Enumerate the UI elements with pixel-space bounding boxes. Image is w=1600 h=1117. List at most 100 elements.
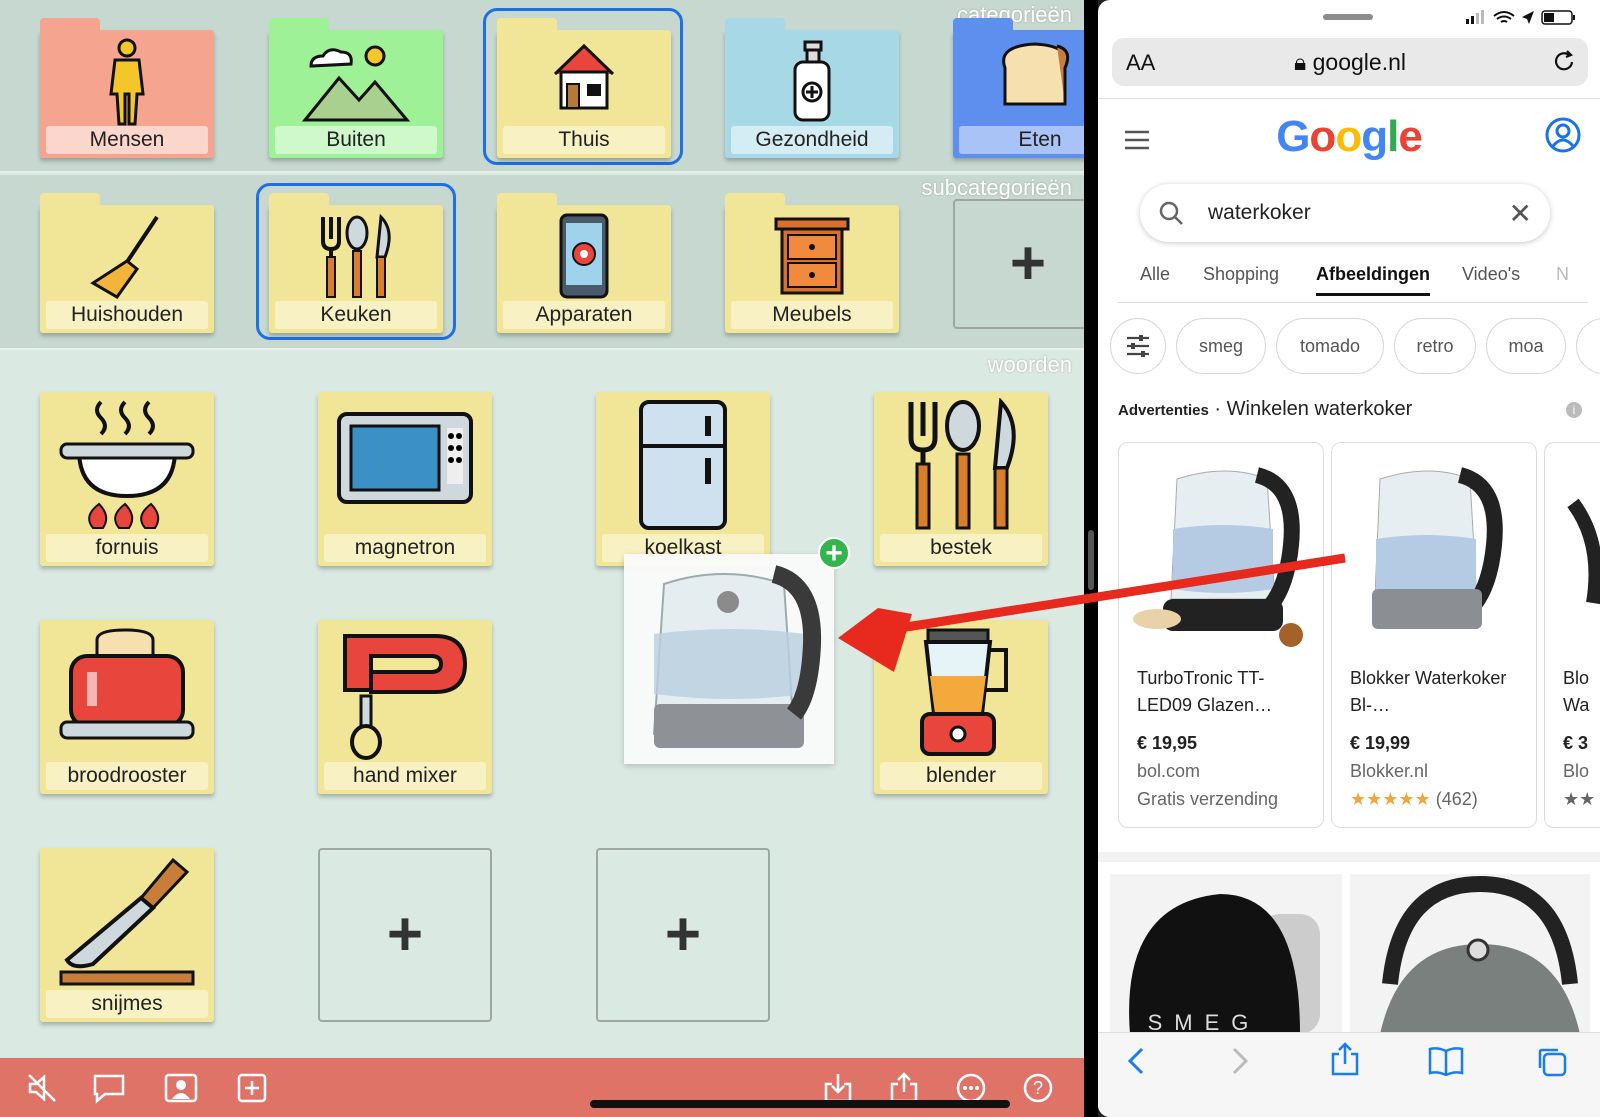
- safari-window: AA 🔒︎ google.nl Google waterkoker ✕ Alle…: [1098, 0, 1600, 1117]
- product-price: € 19,95: [1137, 733, 1198, 753]
- ads-heading: Advertenties · Winkelen waterkoker: [1118, 398, 1413, 420]
- url-text: 🔒︎ google.nl: [1294, 49, 1406, 75]
- kettle-icon: [652, 565, 822, 748]
- subcategory-label: Apparaten: [503, 301, 665, 329]
- word-label: snijmes: [46, 990, 208, 1018]
- word-label: hand mixer: [324, 762, 486, 790]
- tab-alle[interactable]: Alle: [1140, 264, 1170, 285]
- screen: categorieën Mensen Buiten Thuis Gezondhe…: [0, 0, 1600, 1117]
- chip-more[interactable]: [1576, 318, 1600, 374]
- tab-more[interactable]: N: [1556, 264, 1569, 285]
- category-label: Eten: [959, 126, 1084, 154]
- add-subcategory-button[interactable]: +: [953, 199, 1084, 329]
- product-title: Blo Wa: [1563, 668, 1590, 715]
- product-image: [1372, 467, 1503, 629]
- word-hand-mixer[interactable]: hand mixer: [318, 620, 492, 794]
- word-fornuis[interactable]: fornuis: [40, 392, 214, 566]
- word-blender[interactable]: blender: [874, 620, 1048, 794]
- product-image: [1133, 467, 1303, 647]
- tabs-icon[interactable]: [1536, 1046, 1568, 1083]
- tab-shopping[interactable]: Shopping: [1203, 264, 1279, 285]
- section-label-subcategories: subcategorieën: [921, 175, 1072, 200]
- chip-tomado[interactable]: tomado: [1276, 318, 1384, 374]
- subcategory-label: Huishouden: [46, 301, 208, 329]
- product-title: TurboTronic TT-LED09 Glazen…: [1137, 668, 1273, 715]
- word-label: bestek: [880, 534, 1042, 562]
- search-query[interactable]: waterkoker: [1208, 201, 1311, 225]
- filter-sliders-icon: [1127, 335, 1149, 357]
- product-shop: bol.com: [1137, 761, 1201, 781]
- search-box[interactable]: waterkoker ✕: [1140, 184, 1550, 242]
- account-icon[interactable]: [1544, 116, 1582, 159]
- smeg-kettle-image: SMEG: [1129, 894, 1320, 1034]
- status-bar: [1098, 0, 1600, 34]
- subcategory-keuken[interactable]: Keuken: [269, 193, 443, 333]
- word-snijmes[interactable]: snijmes: [40, 848, 214, 1022]
- clear-search-icon[interactable]: ✕: [1509, 197, 1532, 230]
- bottom-toolbar: ?: [0, 1058, 1084, 1117]
- product-shipping: Gratis verzending: [1137, 789, 1279, 809]
- split-view-handle[interactable]: [1088, 530, 1094, 590]
- dragged-kettle-image[interactable]: [624, 554, 834, 764]
- product-shop: Blokker.nl: [1350, 761, 1429, 781]
- chip-moa[interactable]: moa: [1486, 318, 1566, 374]
- product-card[interactable]: Blo Wa € 3 Blo ★★: [1544, 442, 1600, 828]
- filter-chip[interactable]: [1110, 318, 1166, 374]
- info-icon[interactable]: i: [1566, 402, 1582, 418]
- subcategory-label: Meubels: [731, 301, 893, 329]
- subcategories-row: subcategorieën Huishouden Keuken Apparat…: [0, 175, 1084, 350]
- product-title: Blokker Waterkoker Bl-…: [1350, 668, 1507, 715]
- word-koelkast[interactable]: koelkast: [596, 392, 770, 566]
- google-logo: Google: [1276, 112, 1423, 161]
- chip-retro[interactable]: retro: [1394, 318, 1476, 374]
- subcategory-huishouden[interactable]: Huishouden: [40, 193, 214, 333]
- category-mensen[interactable]: Mensen: [40, 18, 214, 158]
- category-gezondheid[interactable]: Gezondheid: [725, 18, 899, 158]
- product-shop: Blo: [1563, 761, 1590, 781]
- product-price: € 19,99: [1350, 733, 1411, 753]
- image-result[interactable]: [1350, 874, 1590, 1034]
- speech-bubble-icon[interactable]: [92, 1072, 125, 1104]
- status-icons: [1466, 10, 1575, 25]
- categories-row: categorieën Mensen Buiten Thuis Gezondhe…: [0, 0, 1084, 173]
- category-thuis[interactable]: Thuis: [497, 18, 671, 158]
- section-label-words: woorden: [987, 352, 1072, 377]
- product-card[interactable]: TurboTronic TT-LED09 Glazen… € 19,95 bol…: [1118, 442, 1324, 828]
- plus-icon: +: [1009, 229, 1047, 298]
- word-broodrooster[interactable]: broodrooster: [40, 620, 214, 794]
- back-icon[interactable]: [1126, 1046, 1146, 1081]
- word-label: blender: [880, 762, 1042, 790]
- category-label: Buiten: [275, 126, 437, 154]
- chip-smeg[interactable]: smeg: [1176, 318, 1266, 374]
- multitasking-grabber[interactable]: [1323, 14, 1373, 20]
- aac-app: categorieën Mensen Buiten Thuis Gezondhe…: [0, 0, 1084, 1117]
- mute-icon[interactable]: [26, 1072, 58, 1104]
- bookmarks-icon[interactable]: [1428, 1046, 1464, 1081]
- category-label: Gezondheid: [731, 126, 893, 154]
- add-square-icon[interactable]: [236, 1072, 268, 1104]
- subcategory-label: Keuken: [275, 301, 437, 329]
- subcategory-meubels[interactable]: Meubels: [725, 193, 899, 333]
- product-image: [1567, 498, 1600, 605]
- category-buiten[interactable]: Buiten: [269, 18, 443, 158]
- contact-icon[interactable]: [164, 1072, 198, 1104]
- help-icon[interactable]: ?: [1022, 1072, 1054, 1104]
- grey-kettle-image: [1380, 875, 1580, 1034]
- product-card[interactable]: Blokker Waterkoker Bl-… € 19,99 Blokker.…: [1331, 442, 1537, 828]
- image-result[interactable]: SMEG: [1110, 874, 1342, 1034]
- category-eten[interactable]: Eten: [953, 18, 1084, 158]
- reload-icon[interactable]: [1552, 48, 1576, 79]
- add-word-button[interactable]: +: [318, 848, 492, 1022]
- subcategory-apparaten[interactable]: Apparaten: [497, 193, 671, 333]
- word-magnetron[interactable]: magnetron: [318, 392, 492, 566]
- word-bestek[interactable]: bestek: [874, 392, 1048, 566]
- category-label: Thuis: [503, 126, 665, 154]
- tab-afbeeldingen[interactable]: Afbeeldingen: [1316, 264, 1431, 296]
- lock-icon: 🔒︎: [1294, 49, 1307, 75]
- word-label: broodrooster: [46, 762, 208, 790]
- forward-icon[interactable]: [1230, 1046, 1250, 1081]
- address-bar[interactable]: AA 🔒︎ google.nl: [1112, 38, 1588, 86]
- tab-videos[interactable]: Video's: [1462, 264, 1520, 285]
- share-icon[interactable]: [1330, 1042, 1360, 1081]
- add-word-button[interactable]: +: [596, 848, 770, 1022]
